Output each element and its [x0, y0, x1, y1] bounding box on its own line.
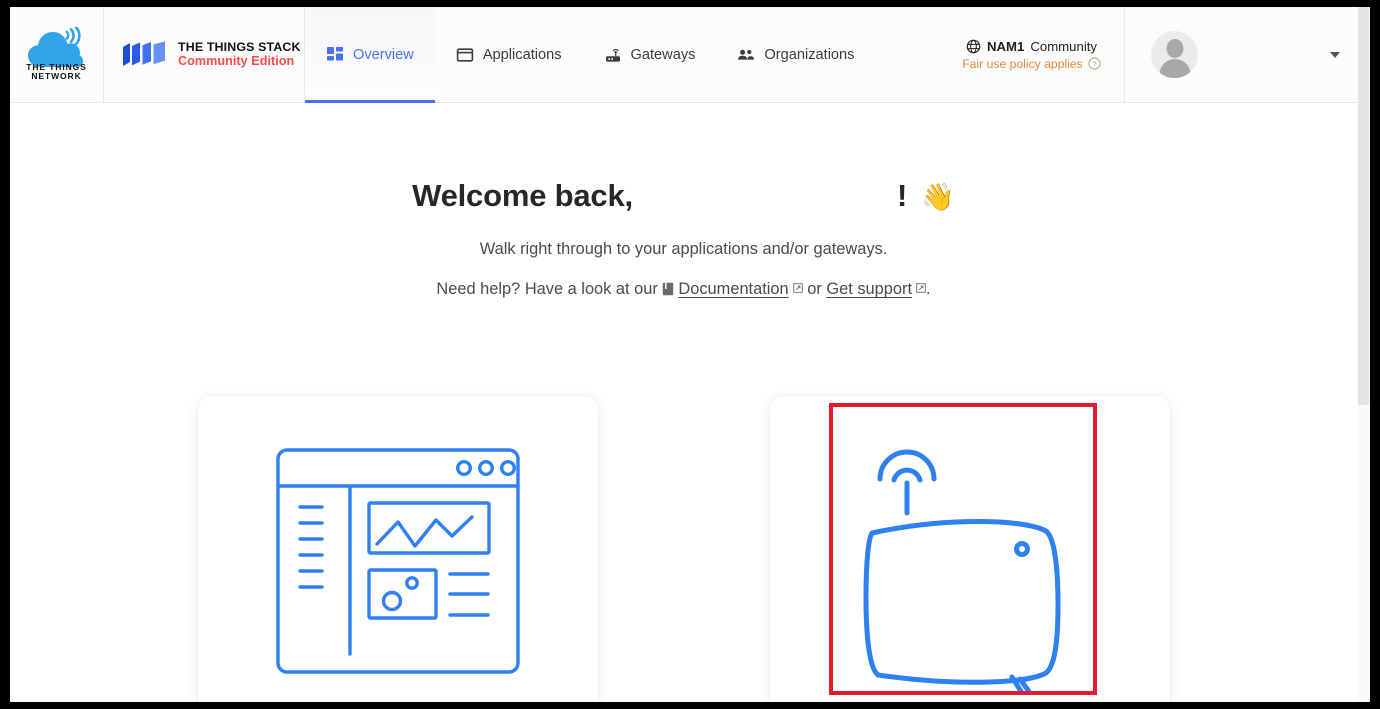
nav-item-overview[interactable]: Overview: [305, 7, 435, 103]
scrollbar-thumb[interactable]: [1358, 7, 1369, 405]
gateway-device-illustration: [863, 449, 1060, 695]
browser-dashboard-illustration: [275, 448, 520, 674]
help-conjunction-text: or: [807, 280, 822, 298]
welcome-exclamation: !: [896, 178, 908, 213]
documentation-link[interactable]: Documentation: [678, 280, 788, 298]
nav-label-overview: Overview: [353, 47, 414, 63]
fair-use-policy[interactable]: Fair use policy applies ?: [962, 57, 1101, 71]
cluster-name-row: NAM1 Community: [966, 39, 1097, 54]
the-things-network-logo[interactable]: THE THINGS NETWORK: [10, 7, 103, 102]
gateways-card[interactable]: [769, 396, 1170, 702]
ttn-logo-text: THE THINGS NETWORK: [26, 61, 87, 81]
waving-hand-icon: 👋: [921, 182, 955, 212]
vertical-scrollbar[interactable]: [1357, 7, 1370, 702]
welcome-section: Welcome back, ! 👋 Walk right through to …: [10, 103, 1357, 299]
welcome-help-line: Need help? Have a look at our Documentat…: [10, 280, 1357, 299]
avatar-head: [1166, 39, 1183, 58]
nav-item-organizations[interactable]: Organizations: [716, 7, 875, 103]
stack-logo-edition: Community Edition: [178, 54, 295, 69]
svg-text:?: ?: [1092, 60, 1096, 69]
chevron-down-icon[interactable]: [1330, 51, 1340, 58]
shortcut-cards: [10, 396, 1357, 702]
stack-logo-title: THE THINGS STACK: [178, 39, 301, 54]
welcome-subtitle: Walk right through to your applications …: [479, 240, 888, 258]
main-navigation: Overview Applications Gateways Organizat…: [305, 7, 939, 103]
cluster-name: NAM1: [986, 38, 1025, 54]
book-icon: [663, 282, 674, 296]
get-support-link[interactable]: Get support: [826, 280, 912, 298]
cluster-info: NAM1 Community Fair use policy applies ?: [939, 7, 1124, 102]
help-suffix-text: .: [926, 280, 931, 298]
gateway-icon: [605, 48, 620, 62]
nav-label-organizations: Organizations: [764, 47, 855, 63]
app-window: THE THINGS NETWORK THE THINGS STACK Comm…: [10, 7, 1370, 702]
fair-use-policy-label: Fair use policy applies: [962, 56, 1083, 71]
nav-item-applications[interactable]: Applications: [435, 7, 583, 103]
globe-icon: [966, 39, 981, 53]
page-title: Welcome back, ! 👋: [10, 178, 1357, 214]
welcome-title-text: Welcome back,: [412, 178, 633, 213]
stacked-cards-icon: [123, 41, 165, 66]
nav-label-gateways: Gateways: [630, 47, 696, 63]
the-things-stack-logo[interactable]: THE THINGS STACK Community Edition: [104, 7, 304, 102]
grid-layout-icon: [327, 47, 343, 61]
external-link-icon: [792, 283, 803, 293]
people-icon: [738, 49, 755, 60]
help-prefix-text: Need help? Have a look at our: [436, 280, 658, 298]
cluster-type: Community: [1030, 38, 1098, 54]
nav-item-gateways[interactable]: Gateways: [583, 7, 717, 103]
avatar[interactable]: [1151, 31, 1198, 78]
avatar-body: [1159, 59, 1190, 78]
question-mark-circle-icon[interactable]: ?: [1088, 57, 1101, 70]
top-header-bar: THE THINGS NETWORK THE THINGS STACK Comm…: [10, 7, 1370, 103]
applications-card[interactable]: [197, 396, 598, 702]
application-icon: [456, 48, 474, 62]
external-link-icon: [916, 283, 926, 293]
nav-label-applications: Applications: [482, 47, 562, 63]
profile-menu-button[interactable]: [1125, 7, 1370, 102]
main-content: Welcome back, ! 👋 Walk right through to …: [10, 103, 1357, 702]
